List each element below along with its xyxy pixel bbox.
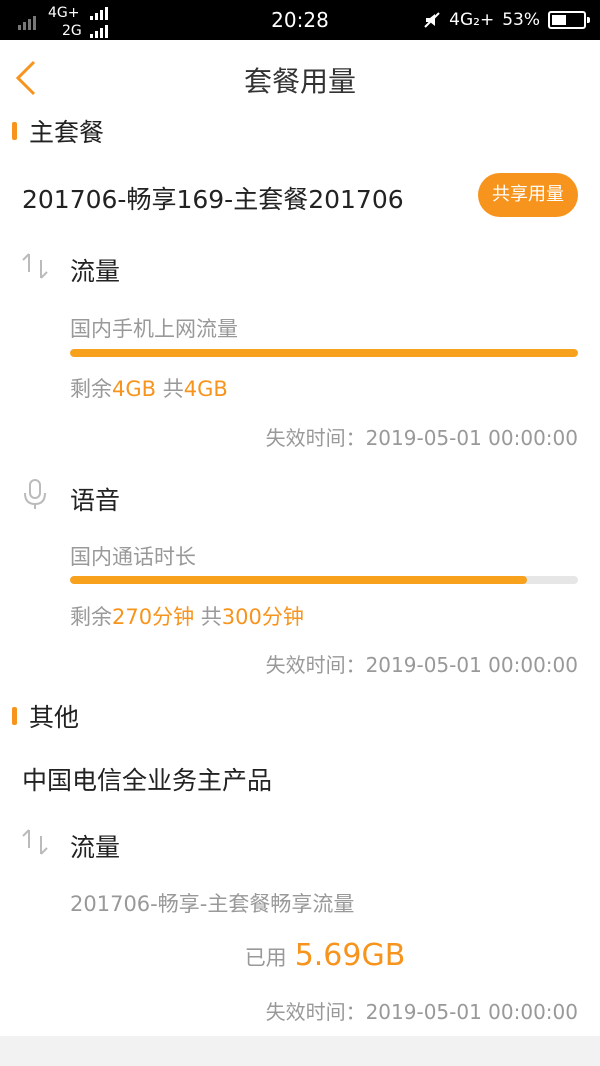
mute-icon <box>424 12 440 28</box>
total-value: 4GB <box>183 377 228 401</box>
section-header-main: 主套餐 <box>12 116 105 147</box>
battery-level <box>552 15 567 25</box>
total-prefix: 共 <box>194 605 222 629</box>
transfer-arrows-icon <box>22 829 48 855</box>
section-title: 主套餐 <box>29 118 105 147</box>
bottom-spacer <box>0 1036 600 1066</box>
status-bar: 4G+ 2G 20:28 4G₂+ 53% <box>0 0 600 40</box>
other-data-title: 流量 <box>70 833 121 862</box>
used-value: 5.69GB <box>294 938 406 973</box>
status-right: 4G₂+ 53% <box>423 0 590 40</box>
other-expire-time: 失效时间：2019-05-01 00:00:00 <box>265 1000 578 1024</box>
battery-percent: 53% <box>502 10 540 30</box>
remain-value: 4GB <box>112 377 157 401</box>
voice-progress-bar <box>70 576 578 584</box>
voice-title: 语音 <box>70 486 121 515</box>
voice-remaining: 剩余270分钟 共300分钟 <box>70 601 304 631</box>
section-marker <box>12 122 17 140</box>
page-title: 套餐用量 <box>243 65 356 98</box>
share-usage-button[interactable]: 共享用量 <box>478 173 578 217</box>
section-marker <box>12 707 17 725</box>
used-label: 已用 <box>244 946 287 970</box>
voice-progress-fill <box>70 576 528 584</box>
plan-name: 201706-畅享169-主套餐201706 <box>22 185 404 214</box>
data-progress-bar <box>70 349 578 357</box>
remain-value: 270分钟 <box>112 605 195 629</box>
data-subtitle: 国内手机上网流量 <box>70 317 238 341</box>
total-value: 300分钟 <box>221 605 304 629</box>
data-title: 流量 <box>70 257 121 286</box>
voice-expire-time: 失效时间：2019-05-01 00:00:00 <box>265 653 578 677</box>
nav-bar: 套餐用量 <box>0 40 600 120</box>
used-amount: 已用 5.69GB <box>0 938 600 973</box>
section-title: 其他 <box>29 703 80 732</box>
microphone-icon <box>24 479 46 509</box>
remain-prefix: 剩余 <box>70 605 112 629</box>
data-expire-time: 失效时间：2019-05-01 00:00:00 <box>265 426 578 450</box>
battery-icon <box>548 11 590 29</box>
data-remaining: 剩余4GB 共4GB <box>70 373 228 403</box>
remain-prefix: 剩余 <box>70 377 112 401</box>
network-label-3: 4G₂+ <box>449 10 495 30</box>
section-header-other: 其他 <box>12 701 80 732</box>
total-prefix: 共 <box>156 377 184 401</box>
transfer-arrows-icon <box>22 253 48 279</box>
product-name: 中国电信全业务主产品 <box>22 766 273 795</box>
other-data-subtitle: 201706-畅享-主套餐畅享流量 <box>70 892 355 916</box>
data-progress-fill <box>70 349 578 357</box>
voice-subtitle: 国内通话时长 <box>70 545 196 569</box>
